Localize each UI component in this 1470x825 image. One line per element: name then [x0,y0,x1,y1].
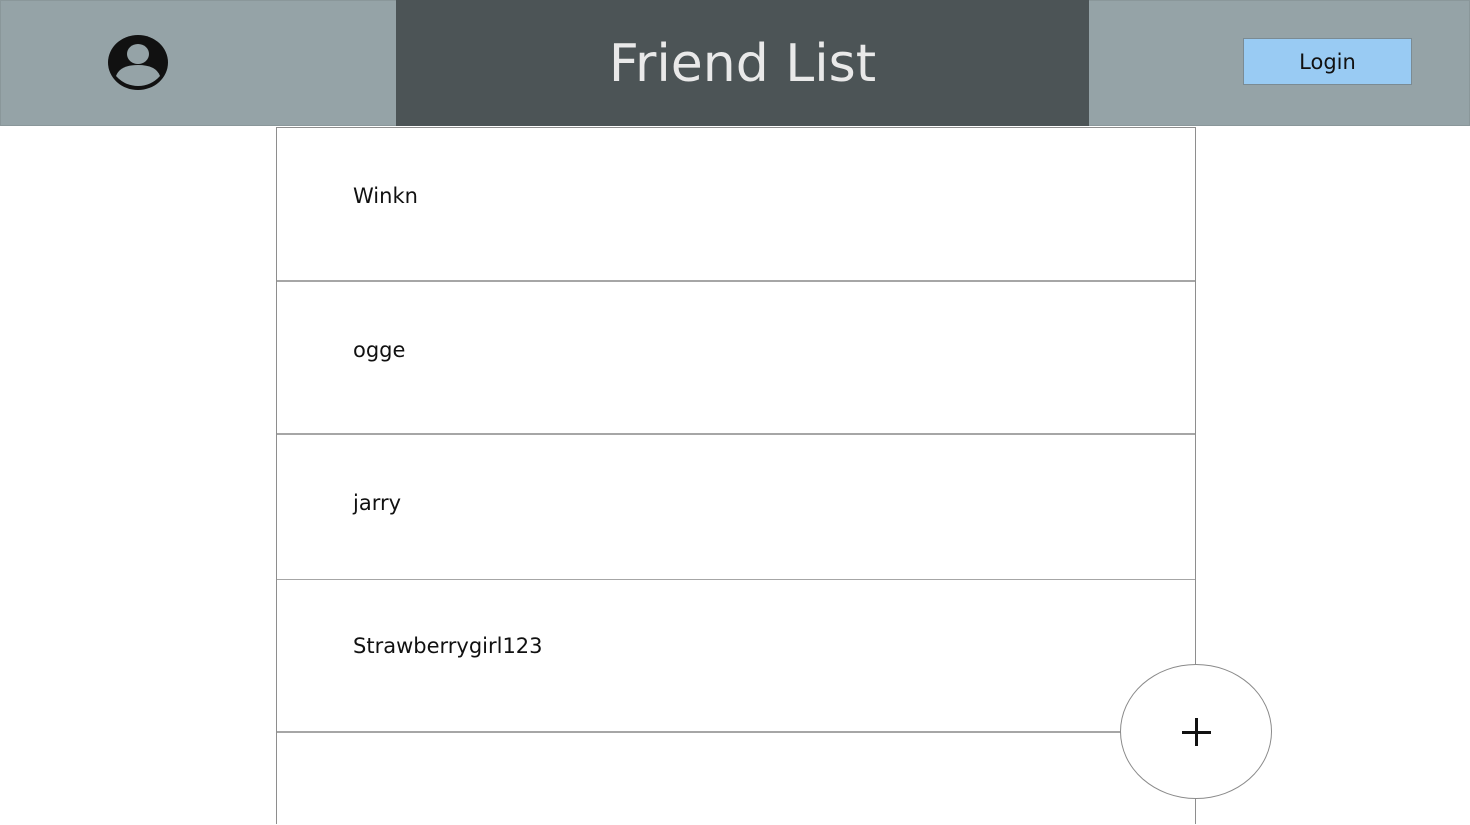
header-title-panel: Friend List [396,0,1089,126]
app-header: Friend List Login [0,0,1470,126]
friend-row[interactable]: jarry [277,435,1195,580]
friend-row[interactable] [277,733,1195,825]
friend-name: jarry [353,491,402,515]
header-left-panel [0,0,397,126]
friend-row[interactable]: Winkn [277,128,1195,282]
user-avatar-icon[interactable] [107,34,169,91]
page-title: Friend List [608,34,877,94]
friend-row[interactable]: ogge [277,282,1195,435]
friend-row[interactable]: Strawberrygirl123 [277,580,1195,733]
friend-name: Winkn [353,184,418,208]
friend-name: ogge [353,338,406,362]
login-button[interactable]: Login [1243,38,1412,85]
friend-name: Strawberrygirl123 [353,634,543,658]
friend-list: Winkn ogge jarry Strawberrygirl123 [276,127,1196,824]
add-friend-button[interactable] [1120,664,1272,799]
